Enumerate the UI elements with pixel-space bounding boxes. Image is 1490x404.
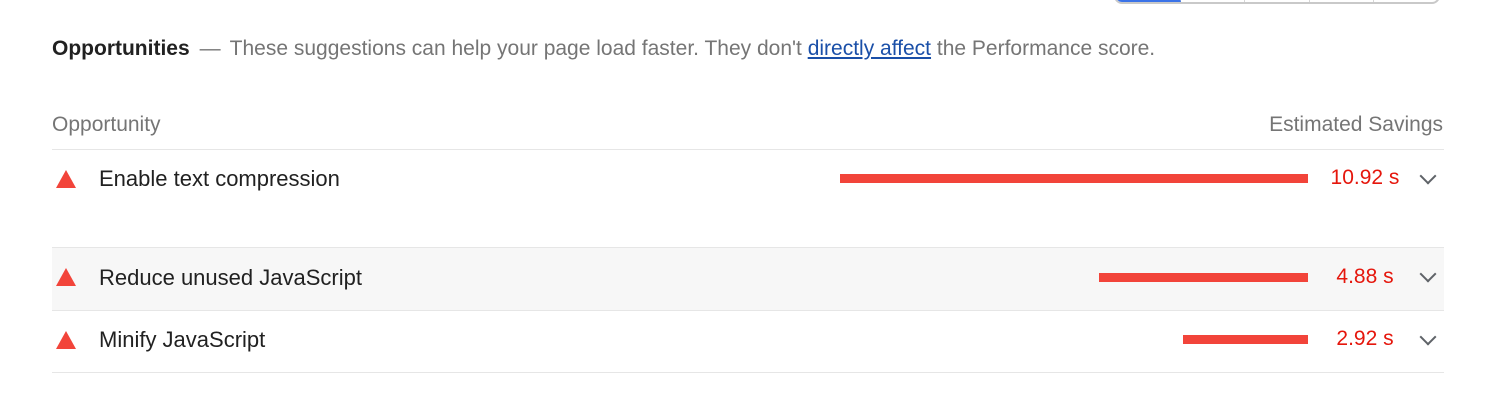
savings-bar	[1099, 273, 1308, 282]
fail-triangle-icon	[56, 170, 76, 188]
opportunity-row[interactable]: Enable text compression 10.92 s	[52, 150, 1444, 248]
fail-triangle-icon	[56, 331, 76, 349]
opportunity-title: Enable text compression	[99, 166, 340, 191]
chevron-down-icon[interactable]	[1419, 328, 1437, 346]
tab[interactable]	[1374, 0, 1438, 2]
opportunities-table: Opportunity Estimated Savings Enable tex…	[52, 100, 1444, 373]
section-title: Opportunities	[52, 37, 190, 60]
tab[interactable]	[1310, 0, 1375, 2]
tab[interactable]	[1245, 0, 1310, 2]
savings-value: 2.92 s	[1336, 327, 1394, 350]
opportunities-header: Opportunities — These suggestions can help…	[52, 34, 1450, 64]
table-header: Opportunity Estimated Savings	[52, 100, 1444, 150]
column-header-estimated-savings: Estimated Savings	[1269, 112, 1443, 136]
title-separator: —	[199, 37, 221, 60]
tab[interactable]	[1181, 0, 1246, 2]
tab-active[interactable]	[1116, 0, 1181, 2]
directly-affect-link[interactable]: directly affect	[808, 37, 931, 60]
opportunity-title: Reduce unused JavaScript	[99, 265, 362, 290]
opportunity-title: Minify JavaScript	[99, 327, 266, 352]
description-text-end: the Performance score.	[936, 37, 1156, 60]
chevron-down-icon[interactable]	[1419, 167, 1437, 185]
savings-value: 10.92 s	[1330, 166, 1400, 189]
description-text: These suggestions can help your page loa…	[229, 37, 802, 60]
column-header-opportunity: Opportunity	[52, 112, 161, 136]
opportunity-row[interactable]: Minify JavaScript 2.92 s	[52, 311, 1444, 373]
savings-value: 4.88 s	[1336, 265, 1394, 288]
opportunity-row[interactable]: Reduce unused JavaScript 4.88 s	[52, 248, 1444, 311]
savings-bar	[840, 174, 1308, 183]
fail-triangle-icon	[56, 268, 76, 286]
savings-bar	[1183, 335, 1308, 344]
chevron-down-icon[interactable]	[1419, 265, 1437, 283]
section-description: These suggestions can help your page loa…	[230, 37, 1155, 60]
top-tab-bar[interactable]	[1114, 0, 1440, 4]
